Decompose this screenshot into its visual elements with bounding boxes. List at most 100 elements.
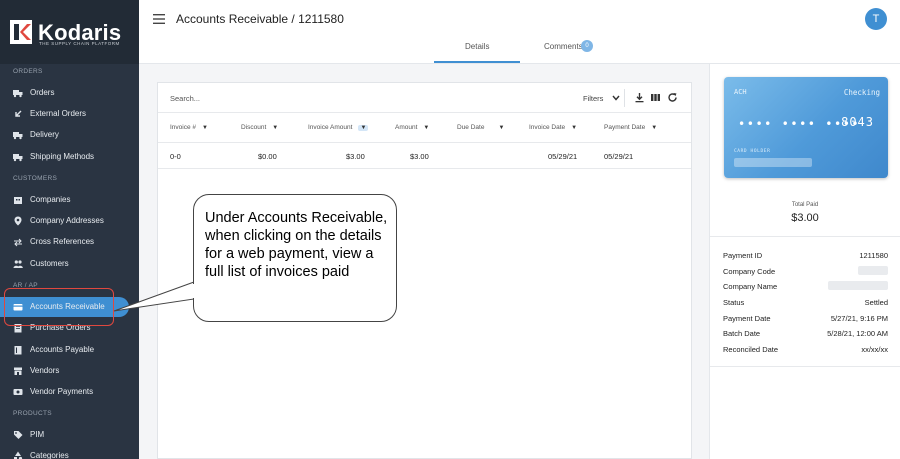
sidebar-item-label: Company Addresses: [30, 216, 104, 225]
arrow-in-icon: [15, 110, 22, 117]
cell-invoice-date: 05/29/21: [548, 152, 578, 161]
sidebar-item-vendor-payments[interactable]: Vendor Payments: [0, 382, 139, 402]
card-account-type: Checking: [843, 88, 880, 97]
cell-invoice-amount: $3.00: [346, 152, 365, 161]
detail-label-company-name: Company Name: [723, 282, 778, 291]
sidebar-item-cross-references[interactable]: Cross References: [0, 232, 139, 252]
sidebar-item-companies[interactable]: Companies: [0, 190, 139, 210]
sidebar-item-label: Customers: [30, 259, 69, 268]
download-icon[interactable]: [634, 92, 645, 103]
sort-caret-icon: ▼: [498, 125, 505, 131]
column-header-label: Invoice #: [170, 124, 197, 131]
tab-details[interactable]: Details: [465, 42, 489, 51]
sidebar-item-label: Orders: [30, 88, 55, 97]
card-holder-label: CARD HOLDER: [734, 149, 771, 154]
payment-icon: [13, 389, 23, 395]
annotation-callout: Under Accounts Receivable, when clicking…: [193, 194, 397, 322]
page-header: Accounts Receivable / 1211580 T Details …: [139, 0, 900, 64]
logo-tagline: THE SUPPLY CHAIN PLATFORM: [39, 41, 120, 46]
total-paid-value: $3.00: [791, 212, 819, 224]
column-header-amount[interactable]: Amount ▼: [395, 124, 429, 131]
detail-label-payment-date: Payment Date: [723, 314, 771, 323]
sidebar-item-categories[interactable]: Categories: [0, 446, 139, 459]
column-header-label: Invoice Amount: [308, 124, 353, 131]
annotation-highlight-box: [4, 288, 114, 326]
truck-icon: [13, 154, 23, 162]
card-holder-redacted: [734, 158, 812, 167]
tab-comments[interactable]: Comments: [544, 42, 583, 51]
panel-divider: [710, 236, 900, 237]
sidebar-item-label: Delivery: [30, 130, 59, 139]
detail-value-company-code-redacted: [858, 266, 888, 275]
payment-card-visual: ACH Checking •••• •••• •••• 8043 CARD HO…: [724, 77, 888, 178]
sidebar-item-external-orders[interactable]: External Orders: [0, 104, 139, 124]
card-last-four: 8043: [841, 115, 874, 129]
section-label-orders: ORDERS: [13, 68, 43, 75]
tag-icon: [14, 431, 23, 439]
column-header-invoice-number[interactable]: Invoice # ▼: [170, 124, 208, 131]
page-title: Accounts Receivable / 1211580: [176, 12, 344, 26]
cell-invoice-number: 0-0: [170, 152, 181, 161]
detail-value-company-name-redacted: [828, 281, 888, 290]
detail-value-payment-id: 1211580: [859, 251, 888, 260]
sidebar-item-company-addresses[interactable]: Company Addresses: [0, 211, 139, 231]
sidebar-item-label: PIM: [30, 430, 45, 439]
sidebar-item-pim[interactable]: PIM: [0, 425, 139, 445]
truck-icon: [13, 90, 23, 98]
column-header-label: Discount: [241, 124, 267, 131]
comments-count-badge: 0: [581, 40, 593, 52]
header-row-divider: [158, 142, 691, 143]
people-icon: [13, 260, 23, 268]
cell-payment-date: 05/29/21: [604, 152, 634, 161]
annotation-text: Under Accounts Receivable, when clicking…: [205, 210, 388, 280]
toolbar-divider: [624, 89, 625, 107]
location-pin-icon: [14, 216, 22, 226]
sidebar-item-label: Accounts Payable: [30, 345, 95, 354]
card-method-label: ACH: [734, 88, 747, 96]
detail-label-payment-id: Payment ID: [723, 251, 763, 260]
section-label-customers: CUSTOMERS: [13, 175, 58, 182]
sidebar-item-shipping-methods[interactable]: Shipping Methods: [0, 147, 139, 167]
column-header-invoice-date[interactable]: Invoice Date ▼: [529, 124, 577, 131]
sort-caret-icon: ▼: [423, 125, 430, 131]
detail-label-status: Status: [723, 298, 745, 307]
row-divider: [158, 168, 691, 169]
detail-value-payment-date: 5/27/21, 9:16 PM: [830, 314, 888, 323]
search-input[interactable]: Search...: [170, 94, 200, 103]
section-label-products: PRODUCTS: [13, 410, 52, 417]
sidebar-item-vendors[interactable]: Vendors: [0, 361, 139, 381]
user-avatar[interactable]: T: [865, 8, 887, 30]
sidebar-item-label: Vendor Payments: [30, 387, 94, 396]
sidebar-item-delivery[interactable]: Delivery: [0, 125, 139, 145]
sidebar-item-label: Cross References: [30, 237, 95, 246]
cell-amount: $3.00: [410, 152, 429, 161]
sort-caret-icon: ▼: [202, 125, 208, 131]
sort-caret-icon: ▼: [358, 125, 369, 131]
column-header-payment-date[interactable]: Payment Date ▼: [604, 124, 657, 131]
shapes-icon: [14, 451, 23, 459]
columns-icon[interactable]: [650, 92, 661, 103]
swap-icon: [14, 238, 22, 247]
sidebar-item-orders[interactable]: Orders: [0, 83, 139, 103]
refresh-icon[interactable]: [667, 92, 678, 103]
detail-value-status: Settled: [864, 298, 888, 307]
column-header-discount[interactable]: Discount ▼: [241, 124, 278, 131]
truck-icon: [13, 132, 23, 140]
detail-label-batch-date: Batch Date: [723, 329, 761, 338]
filters-label: Filters: [583, 94, 604, 103]
building-icon: [14, 197, 22, 204]
payment-details-panel: ACH Checking •••• •••• •••• 8043 CARD HO…: [709, 64, 900, 459]
filters-button[interactable]: Filters: [583, 94, 620, 103]
sidebar-item-accounts-payable[interactable]: Accounts Payable: [0, 340, 139, 360]
toolbar-divider-line: [158, 112, 691, 113]
column-header-due-date[interactable]: Due Date ▼: [457, 124, 504, 131]
logo[interactable]: Kodaris THE SUPPLY CHAIN PLATFORM: [10, 18, 130, 48]
total-paid-label: Total Paid: [791, 202, 819, 208]
sidebar-item-customers[interactable]: Customers: [0, 254, 139, 274]
active-tab-indicator: [434, 61, 520, 63]
sort-caret-icon: ▼: [272, 125, 279, 131]
sidebar-item-label: Categories: [30, 451, 69, 459]
column-header-invoice-amount[interactable]: Invoice Amount ▼: [308, 124, 369, 131]
hamburger-menu-icon[interactable]: [153, 14, 165, 24]
column-header-label: Payment Date: [604, 124, 646, 131]
